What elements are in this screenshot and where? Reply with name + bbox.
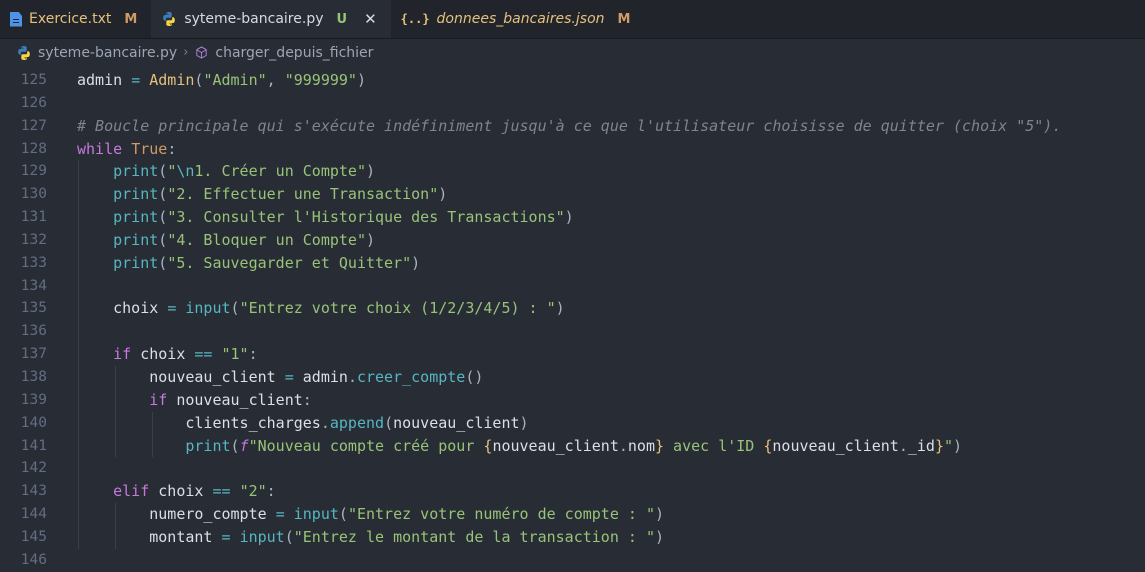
line-number: 140 (20, 414, 47, 431)
line-number: 145 (20, 528, 47, 545)
tab-label: donnees_bancaires.json (436, 11, 605, 27)
code-line: 125 admin = Admin("Admin", "999999") (0, 69, 1145, 92)
code-line: 146 (0, 549, 1145, 572)
code-line: 132 print("4. Bloquer un Compte") (0, 228, 1145, 252)
line-number: 141 (20, 437, 47, 454)
text-file-icon (10, 11, 22, 27)
code-line: 133 print("5. Sauvegarder et Quitter") (0, 251, 1145, 275)
breadcrumb-symbol[interactable]: charger_depuis_fichier (215, 45, 373, 61)
code-line: 136 (0, 320, 1145, 344)
editor-tab-bar: Exercice.txt M syteme-bancaire.py U ✕ {.… (0, 0, 1145, 39)
python-icon (163, 12, 176, 26)
code-line: 127 # Boucle principale qui s'exécute in… (0, 115, 1145, 138)
line-number: 146 (20, 551, 47, 568)
code-line: 131 print("3. Consulter l'Historique des… (0, 206, 1145, 229)
tab-label: syteme-bancaire.py (184, 11, 324, 27)
line-number: 128 (20, 140, 47, 157)
code-line: 142 (0, 457, 1145, 481)
code-line: 140 clients_charges.append(nouveau_clien… (0, 411, 1145, 435)
modified-badge: M (124, 11, 138, 27)
chevron-right-icon: › (183, 45, 189, 60)
code-line: 128 while True: (0, 138, 1145, 161)
line-number: 144 (20, 506, 47, 523)
breadcrumb: syteme-bancaire.py › charger_depuis_fich… (0, 39, 1145, 66)
code-line: 143 elif choix == "2": (0, 480, 1145, 504)
json-icon: {..} (400, 12, 430, 26)
line-number: 142 (20, 460, 47, 477)
code-line: 129 print("\n1. Créer un Compte") (0, 160, 1145, 184)
line-number: 137 (20, 346, 47, 363)
line-number: 125 (20, 72, 47, 88)
tab-label: Exercice.txt (29, 11, 112, 27)
tab-exercice-txt[interactable]: Exercice.txt M (0, 0, 152, 38)
line-number: 136 (20, 323, 47, 340)
line-number: 129 (20, 163, 47, 180)
line-number: 126 (20, 94, 47, 111)
code-line: 145 montant = input("Entrez le montant d… (0, 525, 1145, 549)
line-number: 143 (20, 483, 47, 500)
tab-donnees-bancaires-json[interactable]: {..} donnees_bancaires.json M (390, 0, 645, 38)
code-line: 135 choix = input("Entrez votre choix (1… (0, 297, 1145, 321)
code-editor[interactable]: 125 admin = Admin("Admin", "999999") 126… (0, 69, 1145, 568)
code-line: 137 if choix == "1": (0, 343, 1145, 366)
line-number: 130 (20, 186, 47, 203)
code-line: 141 print(f"Nouveau compte créé pour {no… (0, 434, 1145, 458)
code-line: 139 if nouveau_client: (0, 388, 1145, 412)
code-line: 144 numero_compte = input("Entrez votre … (0, 503, 1145, 526)
line-number: 132 (20, 231, 47, 248)
untracked-badge: U (336, 11, 348, 27)
code-line: 130 print("2. Effectuer une Transaction"… (0, 183, 1145, 207)
code-line: 138 nouveau_client = admin.creer_compte(… (0, 365, 1145, 389)
breadcrumb-file[interactable]: syteme-bancaire.py (38, 45, 177, 61)
line-number: 127 (20, 117, 47, 134)
code-line: 126 (0, 92, 1145, 115)
line-number: 134 (20, 277, 47, 294)
method-cube-icon (196, 46, 208, 59)
tab-syteme-bancaire-py[interactable]: syteme-bancaire.py U ✕ (151, 0, 391, 38)
close-icon[interactable]: ✕ (364, 10, 377, 28)
line-number: 133 (20, 254, 47, 271)
modified-badge: M (617, 11, 631, 27)
line-number: 138 (20, 368, 47, 385)
python-icon (18, 45, 30, 60)
line-number: 131 (20, 209, 47, 226)
comment: # Boucle principale qui s'exécute indéfi… (77, 116, 1062, 135)
line-number: 139 (20, 391, 47, 408)
code-line: 134 (0, 274, 1145, 298)
line-number: 135 (20, 300, 47, 317)
